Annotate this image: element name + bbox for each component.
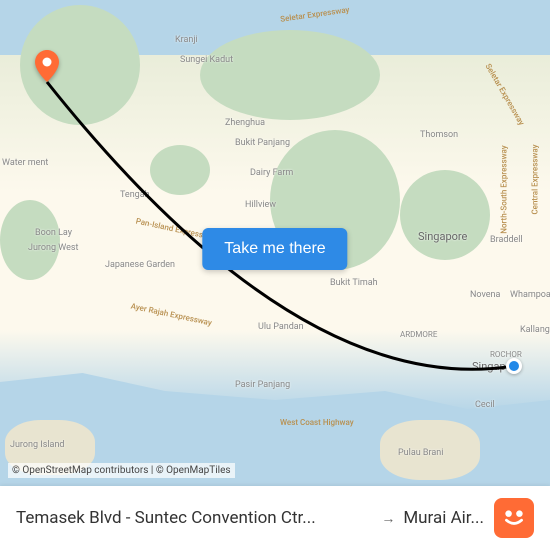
place-label: Hillview xyxy=(245,200,276,210)
place-label: Bukit Timah xyxy=(330,278,378,288)
place-label: Braddell xyxy=(490,235,523,245)
take-me-there-button[interactable]: Take me there xyxy=(202,228,347,270)
origin-marker-icon[interactable] xyxy=(506,358,522,374)
arrow-icon: → xyxy=(373,510,403,527)
route-summary-bar: Temasek Blvd - Suntec Convention Ctr... … xyxy=(0,486,550,550)
place-label: Cecil xyxy=(475,400,495,410)
destination-label: Murai Air... xyxy=(403,508,484,528)
map-container[interactable]: Seletar Expressway Kranji Sungei Kadut Z… xyxy=(0,0,550,550)
place-label: Sungei Kadut xyxy=(180,55,233,65)
place-label: Water ment xyxy=(2,158,48,168)
place-label: Kranji xyxy=(175,35,198,45)
place-label: Jurong West xyxy=(28,243,79,253)
place-label: Tengah xyxy=(120,190,150,200)
place-label: ARDMORE xyxy=(400,330,437,339)
place-label: Pasir Panjang xyxy=(235,380,290,390)
map-attribution: © OpenStreetMap contributors | © OpenMap… xyxy=(8,463,235,478)
green-area xyxy=(200,30,380,120)
place-label: Novena xyxy=(470,290,500,300)
green-area xyxy=(150,145,210,195)
road-label: Central Expressway xyxy=(531,144,540,214)
place-label: Singapore xyxy=(418,230,467,243)
place-label: Pulau Brani xyxy=(398,448,443,458)
place-label: Singap xyxy=(472,360,506,373)
place-label: Japanese Garden xyxy=(105,260,175,270)
place-label: Jurong Island xyxy=(10,440,65,450)
place-label: Ulu Pandan xyxy=(258,322,304,332)
place-label: Whampoa xyxy=(510,290,550,300)
place-label: Thomson xyxy=(420,130,458,140)
green-area xyxy=(0,200,60,280)
place-label: Kallang xyxy=(520,325,550,335)
moovit-logo-icon[interactable] xyxy=(494,498,534,538)
place-label: Bukit Panjang xyxy=(235,138,290,148)
road-label: North-South Expressway xyxy=(500,145,509,233)
place-label: Boon Lay xyxy=(35,228,72,238)
place-label: Zhenghua xyxy=(225,118,265,128)
green-area xyxy=(400,170,490,260)
place-label: Dairy Farm xyxy=(250,168,293,178)
road-label: West Coast Highway xyxy=(280,418,354,427)
origin-label: Temasek Blvd - Suntec Convention Ctr... xyxy=(16,508,373,528)
destination-marker-icon[interactable] xyxy=(35,50,59,82)
